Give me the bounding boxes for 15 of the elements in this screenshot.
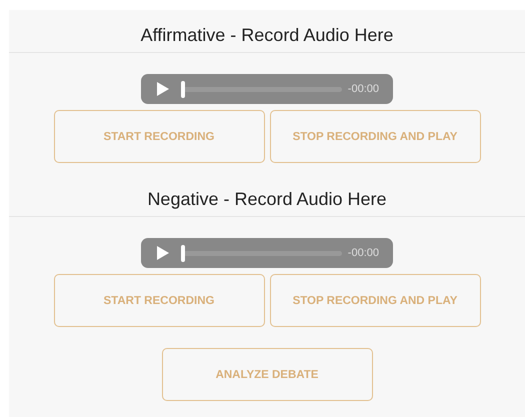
- stop-recording-button[interactable]: STOP RECORDING AND PLAY: [270, 274, 480, 327]
- scrubber-handle[interactable]: [181, 80, 185, 98]
- section-title: Negative - Record Audio Here: [147, 189, 387, 209]
- start-recording-button[interactable]: START RECORDING: [54, 274, 264, 327]
- analyze-button[interactable]: ANALYZE DEBATE: [162, 348, 372, 401]
- time-label: -00:00: [348, 83, 379, 95]
- play-icon[interactable]: [156, 246, 169, 260]
- time-label: -00:00: [348, 247, 379, 259]
- start-recording-button[interactable]: START RECORDING: [54, 110, 264, 163]
- play-icon[interactable]: [156, 82, 169, 96]
- stop-recording-button[interactable]: STOP RECORDING AND PLAY: [270, 110, 480, 163]
- scrubber-handle[interactable]: [181, 244, 185, 262]
- audio-player[interactable]: -00:00: [141, 74, 393, 104]
- audio-player[interactable]: -00:00: [141, 238, 393, 268]
- section-title: Affirmative - Record Audio Here: [140, 25, 394, 45]
